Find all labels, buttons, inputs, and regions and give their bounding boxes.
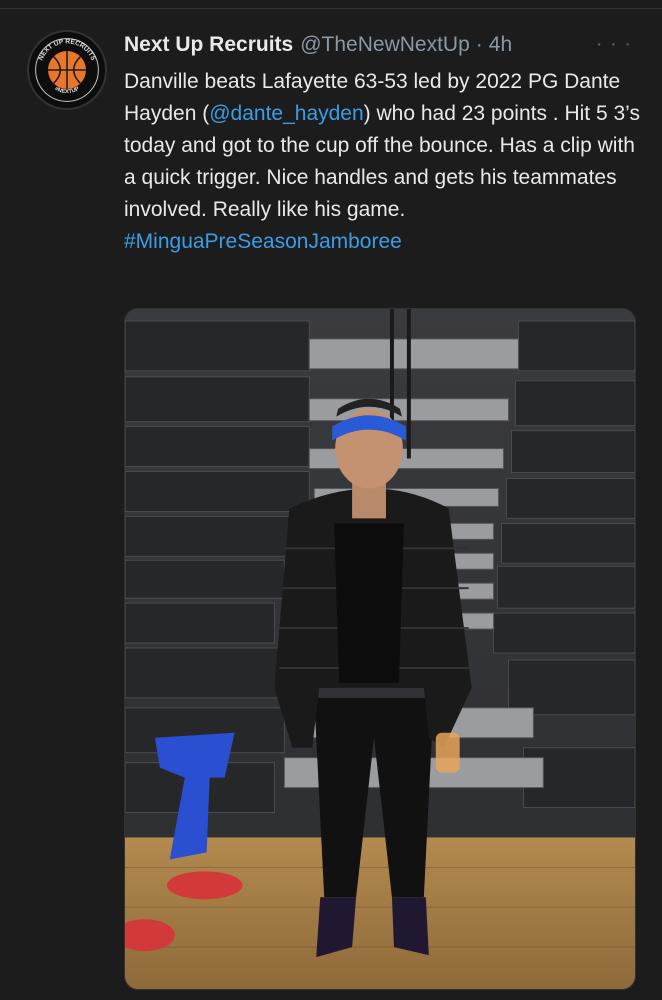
author-name[interactable]: Next Up Recruits: [124, 33, 293, 57]
separator-dot: ·: [475, 33, 483, 56]
tweet-photo[interactable]: [124, 308, 636, 990]
top-divider: [0, 8, 662, 9]
tweet-timestamp[interactable]: 4h: [489, 33, 512, 57]
author-handle[interactable]: @TheNewNextUp: [300, 33, 470, 57]
more-icon[interactable]: · · ·: [596, 34, 632, 54]
profile-avatar[interactable]: NEXT UP RECRUITS #NEXTUP: [27, 30, 107, 110]
tweet-header: Next Up Recruits @TheNewNextUp · 4h: [124, 33, 644, 63]
photo-player-bleachers: [125, 309, 635, 989]
mention-link[interactable]: @dante_hayden: [209, 102, 363, 125]
basketball-logo-icon: NEXT UP RECRUITS #NEXTUP: [30, 33, 104, 107]
tweet-text: Danville beats Lafayette 63-53 led by 20…: [124, 66, 644, 258]
hashtag-link[interactable]: #MinguaPreSeasonJamboree: [124, 230, 402, 253]
